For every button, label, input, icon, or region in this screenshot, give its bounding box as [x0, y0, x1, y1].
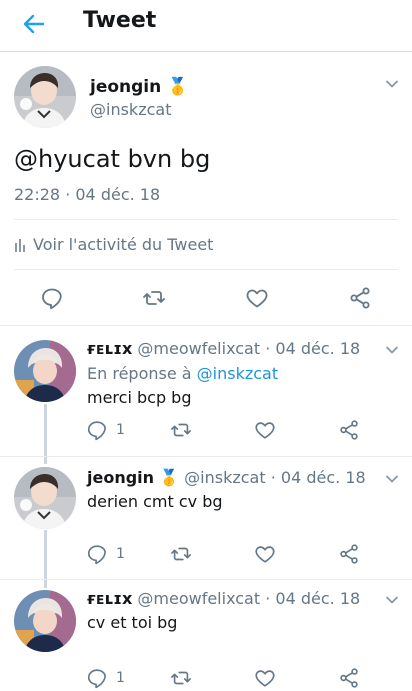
share-icon — [348, 286, 372, 310]
divider — [14, 219, 398, 220]
avatar[interactable] — [14, 340, 76, 402]
share-icon[interactable] — [338, 543, 360, 565]
back-arrow-icon[interactable] — [20, 10, 48, 38]
in-reply-to-link[interactable]: @inskzcat — [197, 364, 278, 383]
reply-icon[interactable] — [86, 667, 108, 689]
avatar[interactable] — [14, 467, 76, 529]
page-title: Tweet — [83, 8, 157, 33]
tweet-text: @hyucat bvn bg — [14, 145, 211, 173]
avatar[interactable] — [14, 590, 76, 652]
tweet-text: cv et toi bg — [87, 613, 178, 632]
in-reply-to-label: En réponse à — [87, 364, 192, 383]
tweet-text: derien cmt cv bg — [87, 492, 223, 511]
author-name[interactable]: ғᴇʟɪx — [87, 589, 132, 608]
reply-icon[interactable] — [86, 419, 108, 441]
separator: · — [265, 589, 271, 608]
chevron-down-icon[interactable] — [384, 76, 400, 92]
retweet-icon[interactable] — [170, 419, 192, 441]
divider — [14, 269, 398, 270]
tweet-actions — [0, 282, 412, 314]
share-button[interactable] — [347, 285, 373, 311]
retweet-icon[interactable] — [170, 667, 192, 689]
share-icon[interactable] — [338, 667, 360, 689]
retweet-icon[interactable] — [170, 543, 192, 565]
reply-count: 1 — [116, 422, 125, 438]
reply-header: ғᴇʟɪx @meowfelixcat · 04 déc. 18 — [87, 339, 360, 358]
top-bar: Tweet — [0, 0, 412, 52]
reply-button[interactable] — [39, 285, 65, 311]
like-icon[interactable] — [254, 667, 276, 689]
tweet-timestamp[interactable]: 22:28 · 04 déc. 18 — [14, 185, 160, 204]
in-reply-to: En réponse à @inskzcat — [87, 364, 278, 383]
separator: · — [270, 468, 276, 487]
like-icon — [245, 286, 269, 310]
tweet-actions: 1 — [0, 666, 412, 690]
reply-date[interactable]: 04 déc. 18 — [281, 468, 366, 487]
medal-emoji: 🥇 — [159, 468, 180, 487]
reply-tweet[interactable]: jeongin 🥇 @inskzcat · 04 déc. 18 derien … — [0, 457, 412, 579]
separator: · — [265, 339, 271, 358]
reply-header: ғᴇʟɪx @meowfelixcat · 04 déc. 18 — [87, 589, 360, 608]
author-handle[interactable]: @inskzcat — [90, 100, 171, 119]
reply-tweet[interactable]: ғᴇʟɪx @meowfelixcat · 04 déc. 18 En répo… — [0, 326, 412, 457]
chevron-down-icon[interactable] — [384, 471, 400, 487]
tweet-actions: 1 — [0, 542, 412, 566]
reply-count: 1 — [116, 546, 125, 562]
tweet-actions: 1 — [0, 418, 412, 442]
chevron-down-icon[interactable] — [384, 592, 400, 608]
share-icon[interactable] — [338, 419, 360, 441]
reply-header: jeongin 🥇 @inskzcat · 04 déc. 18 — [87, 468, 366, 487]
author-name[interactable]: jeongin 🥇 — [90, 77, 188, 97]
bar-chart-icon — [15, 238, 25, 252]
activity-label: Voir l'activité du Tweet — [33, 235, 214, 254]
author-name[interactable]: ғᴇʟɪx — [87, 339, 132, 358]
medal-emoji: 🥇 — [167, 77, 189, 97]
like-icon[interactable] — [254, 419, 276, 441]
author-name-text: jeongin — [90, 77, 162, 97]
retweet-button[interactable] — [141, 285, 167, 311]
tweet-activity-link[interactable]: Voir l'activité du Tweet — [14, 235, 213, 254]
avatar[interactable] — [14, 66, 76, 128]
retweet-icon — [142, 286, 166, 310]
author-handle[interactable]: @meowfelixcat — [137, 339, 260, 358]
reply-tweet[interactable]: ғᴇʟɪx @meowfelixcat · 04 déc. 18 cv et t… — [0, 580, 412, 691]
reply-icon — [40, 286, 64, 310]
reply-count: 1 — [116, 670, 125, 686]
like-icon[interactable] — [254, 543, 276, 565]
chevron-down-icon[interactable] — [384, 342, 400, 358]
tweet-text: merci bcp bg — [87, 388, 192, 407]
like-button[interactable] — [244, 285, 270, 311]
author-name[interactable]: jeongin — [87, 468, 154, 487]
reply-date[interactable]: 04 déc. 18 — [275, 589, 360, 608]
reply-date[interactable]: 04 déc. 18 — [275, 339, 360, 358]
reply-icon[interactable] — [86, 543, 108, 565]
author-handle[interactable]: @meowfelixcat — [137, 589, 260, 608]
author-handle[interactable]: @inskzcat — [184, 468, 265, 487]
